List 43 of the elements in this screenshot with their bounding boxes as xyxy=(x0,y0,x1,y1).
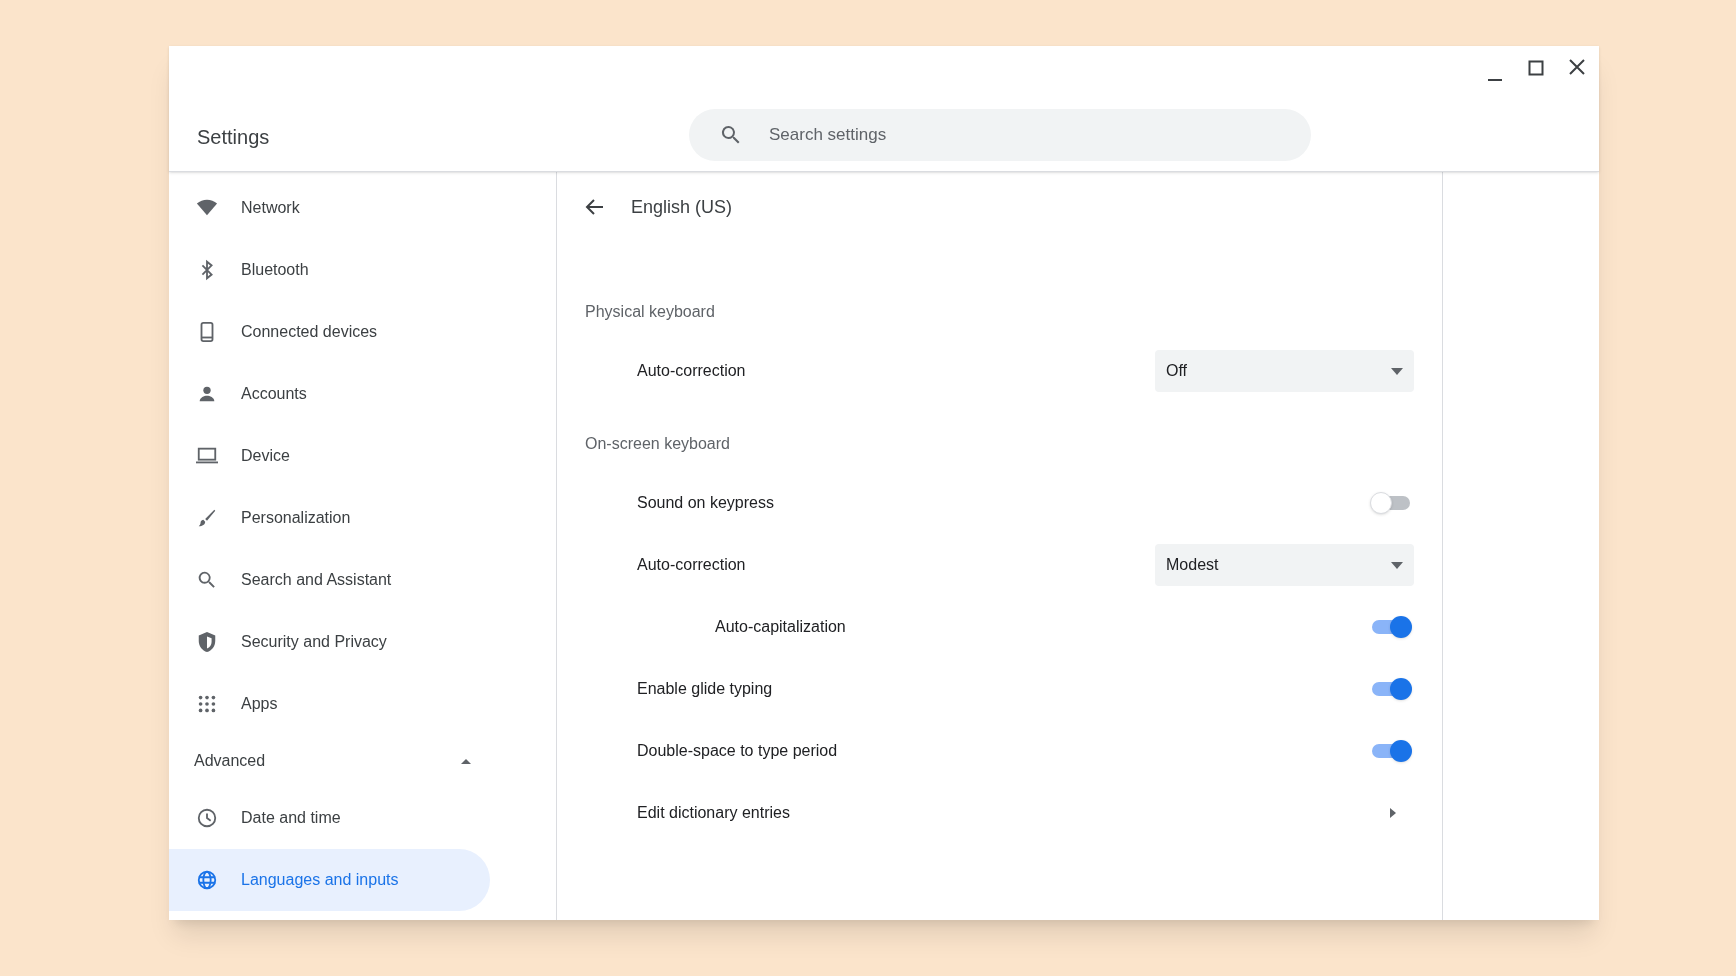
globe-icon xyxy=(196,869,218,891)
setting-label: Enable glide typing xyxy=(637,679,774,699)
sidebar-item[interactable]: Accounts xyxy=(169,363,490,425)
sidebar-item[interactable]: Apps xyxy=(169,673,490,735)
setting-label: Double-space to type period xyxy=(637,741,839,761)
search-icon xyxy=(196,569,218,591)
sidebar-item[interactable]: Personalization xyxy=(169,487,490,549)
dictionary-link-row[interactable]: Edit dictionary entries xyxy=(585,782,1414,844)
grid-icon xyxy=(196,693,218,715)
caret-right-icon xyxy=(1390,808,1396,818)
page-title: English (US) xyxy=(631,195,733,219)
toggle-switch[interactable] xyxy=(1370,492,1412,514)
maximize-icon[interactable] xyxy=(1528,60,1544,76)
close-icon[interactable] xyxy=(1569,59,1585,75)
section-heading: On-screen keyboard xyxy=(585,434,731,454)
caret-icon xyxy=(1391,561,1403,569)
sidebar-item[interactable]: Languages and inputs xyxy=(169,849,490,911)
setting-label: Auto-correction xyxy=(637,361,747,381)
brush-icon xyxy=(196,507,218,529)
setting-label: Auto-capitalization xyxy=(715,617,847,637)
caret-icon xyxy=(1391,367,1403,375)
sidebar-item[interactable]: Device xyxy=(169,425,490,487)
sidebar-item[interactable]: Connected devices xyxy=(169,301,490,363)
sidebar-item[interactable]: Bluetooth xyxy=(169,239,490,301)
section-heading: Physical keyboard xyxy=(585,302,716,322)
toggle-switch[interactable] xyxy=(1370,678,1412,700)
dropdown[interactable]: Off xyxy=(1155,350,1414,392)
search-field[interactable]: Search settings xyxy=(689,109,1311,161)
setting-label: Sound on keypress xyxy=(637,493,775,513)
shield-icon xyxy=(196,631,218,653)
setting-label: Auto-correction xyxy=(637,555,747,575)
window-title: Settings xyxy=(197,125,270,150)
sidebar-item[interactable]: Date and time xyxy=(169,787,490,849)
sidebar-item[interactable]: Network xyxy=(169,177,490,239)
dropdown[interactable]: Modest xyxy=(1155,544,1414,586)
toggle-switch[interactable] xyxy=(1370,616,1412,638)
back-arrow-icon[interactable] xyxy=(585,197,605,217)
clock-icon xyxy=(196,807,218,829)
sidebar-item[interactable]: Security and Privacy xyxy=(169,611,490,673)
toggle-switch[interactable] xyxy=(1370,740,1412,762)
caret-icon xyxy=(460,757,472,765)
advanced-section-toggle[interactable]: Advanced xyxy=(169,735,490,787)
sidebar-item[interactable]: Search and Assistant xyxy=(169,549,490,611)
